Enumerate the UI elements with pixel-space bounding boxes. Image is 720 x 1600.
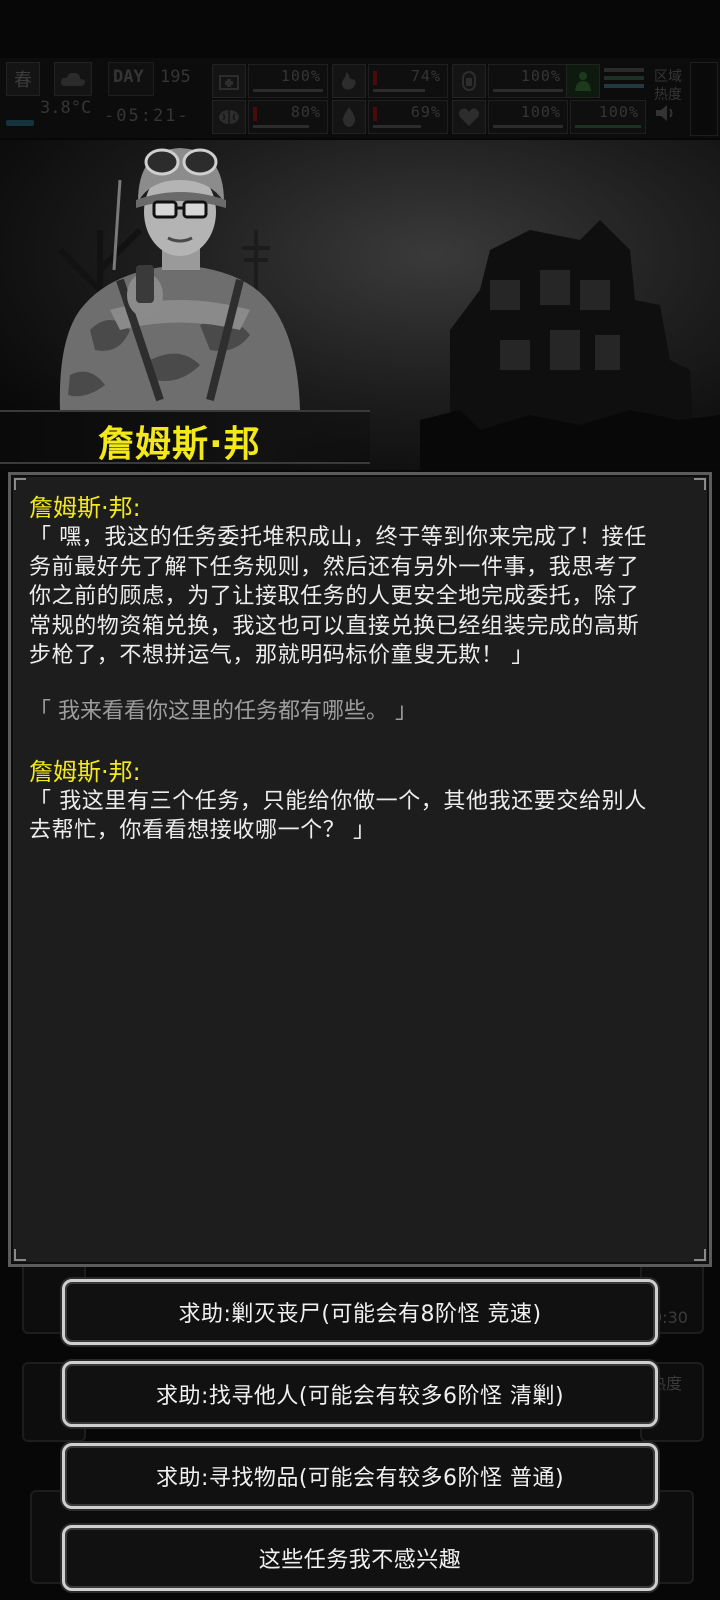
medkit-icon [212, 64, 246, 98]
heart-icon [452, 100, 486, 134]
stamina-icon [452, 64, 486, 98]
hunger-meter: 74% [368, 64, 448, 98]
water-drop-icon [332, 100, 366, 134]
stamina-value: 100% [520, 67, 561, 85]
day-label-box: DAY [108, 62, 154, 96]
cloud-icon [54, 62, 92, 96]
day-label: DAY [113, 67, 144, 87]
stomach-icon [332, 64, 366, 98]
heart-meter: 100% [488, 100, 568, 134]
dialog-log: 詹姆斯·邦: 「 嘿，我这的任务委托堆积成山，终于等到你来完成了！接任 务前最好… [29, 493, 699, 846]
panel-corner-ornament [14, 1249, 26, 1261]
thirst-value: 69% [410, 103, 441, 121]
hunger-value: 74% [410, 67, 441, 85]
day-number: 195 [160, 67, 191, 87]
sanity-stripes [604, 68, 644, 94]
health-value: 100% [280, 67, 321, 85]
weather-gauge [6, 120, 34, 126]
dialog-line: 你之前的顾虑，为了让接取任务的人更安全地完成委托，除了 [29, 584, 640, 609]
speaker-name: 詹姆斯·邦: [29, 494, 141, 522]
health-meter: 100% [248, 64, 328, 98]
npc-name-banner: 詹姆斯·邦 [0, 410, 370, 465]
mental-meter: 80% [248, 100, 328, 134]
person-icon [566, 64, 600, 98]
panel-corner-ornament [694, 1249, 706, 1261]
npc-scene: 詹姆斯·邦 [0, 140, 720, 470]
infection-value: 100% [598, 103, 639, 121]
panel-corner-ornament [14, 478, 26, 490]
speaker-name: 詹姆斯·邦: [29, 757, 141, 786]
clock-readout: -05:21- [104, 106, 190, 126]
dialog-line: 去帮忙，你看看想接收哪一个？ 」 [29, 818, 376, 843]
option-find-people-button[interactable]: 求助:找寻他人(可能会有较多6阶怪 清剿) [62, 1361, 658, 1427]
mental-value: 80% [290, 103, 321, 121]
option-kill-zombies-button[interactable]: 求助:剿灭丧尸(可能会有8阶怪 竞速) [62, 1279, 658, 1345]
infection-meter: 100% [570, 100, 646, 134]
side-panel-tab[interactable] [690, 62, 718, 136]
brain-icon [212, 100, 246, 134]
panel-corner-ornament [694, 478, 706, 490]
dialog-line: 务前最好先了解下任务规则，然后还有另外一件事，我思考了 [29, 554, 640, 580]
dialog-line: 常规的物资箱兑换，我这也可以直接兑换已经组装完成的高斯 [29, 613, 640, 639]
thirst-meter: 69% [368, 100, 448, 134]
option-find-items-button[interactable]: 求助:寻找物品(可能会有较多6阶怪 普通) [62, 1443, 658, 1509]
ruined-building-background [420, 220, 720, 470]
season-label: 春 [14, 70, 32, 91]
stamina-meter: 100% [488, 64, 568, 98]
temperature-readout: 3.8°C [40, 98, 92, 118]
npc-portrait [59, 148, 301, 410]
dialog-line: 「 我这里有三个任务，只能给你做一个，其他我还要交给别人 [29, 788, 647, 814]
heart-value: 100% [520, 103, 561, 121]
area-heat-label: 区域 热度 [654, 69, 682, 103]
option-decline-button[interactable]: 这些任务我不感兴趣 [62, 1525, 658, 1591]
season-indicator: 春 [6, 62, 40, 96]
status-bar: 春 3.8°C DAY 195 -05:21- 100% 74% 100% 区域… [0, 58, 720, 138]
dialog-line: 步枪了，不想拼运气，那就明码标价童叟无欺！ 」 [29, 643, 534, 668]
player-reply: 「 我来看看你这里的任务都有哪些。 」 [29, 698, 417, 724]
speaker-icon[interactable] [654, 102, 678, 126]
npc-name: 詹姆斯·邦 [98, 424, 261, 465]
dialog-panel: 詹姆斯·邦: 「 嘿，我这的任务委托堆积成山，终于等到你来完成了！接任 务前最好… [8, 472, 712, 1267]
dialog-line: 「 嘿，我这的任务委托堆积成山，终于等到你来完成了！接任 [29, 525, 647, 550]
